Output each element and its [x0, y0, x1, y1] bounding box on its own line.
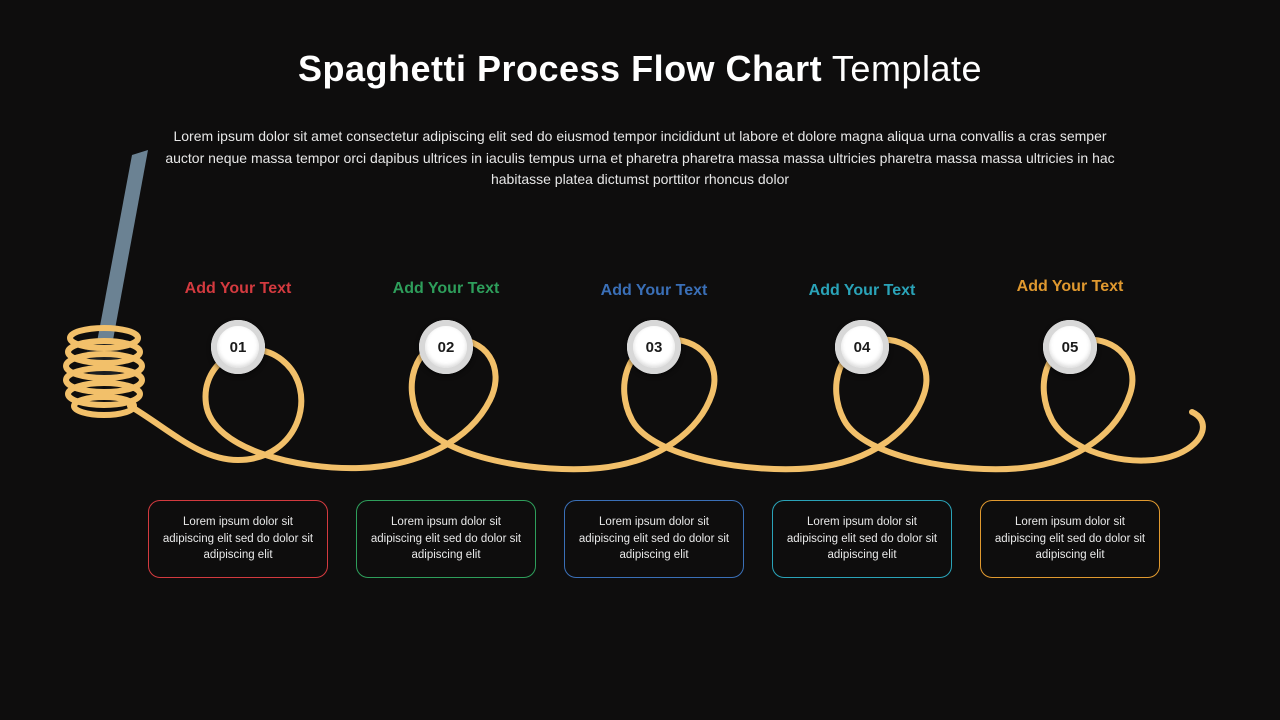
step-2-number: 02 [438, 339, 455, 356]
step-1-number: 01 [230, 339, 247, 356]
step-3-desc: Lorem ipsum dolor sit adipiscing elit se… [564, 500, 744, 578]
step-3-circle: 03 [627, 320, 681, 374]
step-5-number: 05 [1062, 339, 1079, 356]
step-4-label: Add Your Text [782, 282, 942, 300]
step-2-desc: Lorem ipsum dolor sit adipiscing elit se… [356, 500, 536, 578]
step-5-desc: Lorem ipsum dolor sit adipiscing elit se… [980, 500, 1160, 578]
slide-title-rest: Template [822, 48, 982, 89]
step-2-circle: 02 [419, 320, 473, 374]
step-4-circle: 04 [835, 320, 889, 374]
fork-handle-icon [97, 150, 148, 342]
slide-title: Spaghetti Process Flow Chart Template [0, 48, 1280, 90]
slide-subtitle: Lorem ipsum dolor sit amet consectetur a… [160, 126, 1120, 191]
step-1-label: Add Your Text [158, 280, 318, 298]
fork-wrap-icon [66, 328, 142, 415]
step-3-label: Add Your Text [574, 282, 734, 300]
step-5-label: Add Your Text [990, 278, 1150, 296]
step-1-circle: 01 [211, 320, 265, 374]
step-5-circle: 05 [1043, 320, 1097, 374]
step-4-desc: Lorem ipsum dolor sit adipiscing elit se… [772, 500, 952, 578]
step-1-desc: Lorem ipsum dolor sit adipiscing elit se… [148, 500, 328, 578]
slide: Spaghetti Process Flow Chart Template Lo… [0, 0, 1280, 720]
slide-title-bold: Spaghetti Process Flow Chart [298, 48, 822, 89]
step-3-number: 03 [646, 339, 663, 356]
step-2-label: Add Your Text [366, 280, 526, 298]
fork-tines-icon [87, 340, 122, 376]
step-4-number: 04 [854, 339, 871, 356]
